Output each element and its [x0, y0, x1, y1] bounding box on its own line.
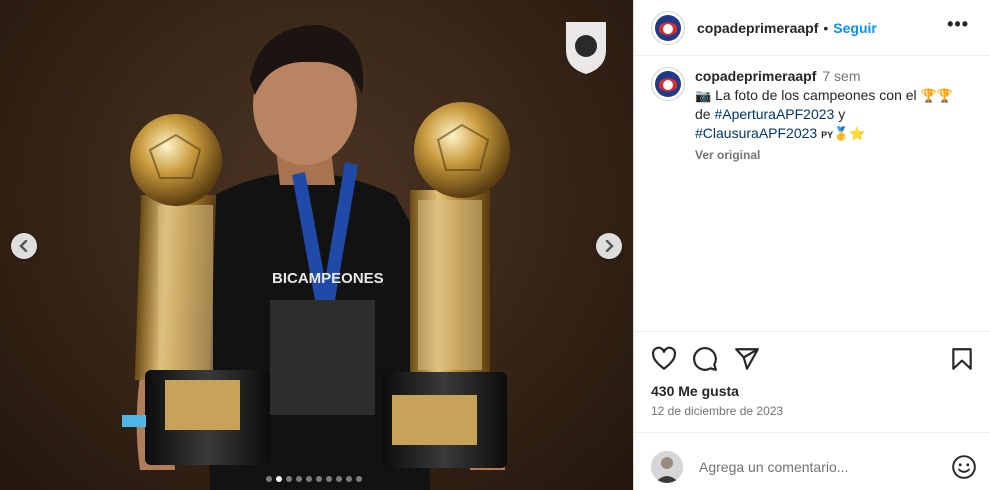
comment-button[interactable] — [692, 346, 718, 377]
apf-logo-icon — [655, 14, 681, 41]
flag-emoji: PY — [821, 130, 834, 140]
caption-body: copadeprimeraapf 7 sem 📷 La foto de los c… — [695, 67, 953, 165]
post-header: copadeprimeraapf • Seguir ••• — [634, 0, 990, 56]
carousel-dot-active — [276, 476, 282, 482]
carousel-dot — [346, 476, 352, 482]
medal-star-emoji: 🥇⭐ — [833, 126, 866, 141]
carousel-next-button[interactable] — [596, 233, 622, 259]
share-button[interactable] — [734, 346, 760, 377]
post-caption: copadeprimeraapf 7 sem 📷 La foto de los c… — [651, 67, 981, 165]
trophy-emoji: 🏆🏆 — [920, 88, 953, 103]
carousel-dot — [326, 476, 332, 482]
carousel-dot — [316, 476, 322, 482]
comment-form: Agrega un comentario... — [651, 450, 981, 484]
camera-emoji: 📷 — [695, 88, 712, 103]
comment-input[interactable]: Agrega un comentario... — [699, 459, 848, 475]
carousel-dot — [296, 476, 302, 482]
chevron-left-icon — [19, 240, 28, 252]
comment-icon — [693, 347, 717, 371]
hashtag-apertura[interactable]: #AperturaAPF2023 — [714, 106, 834, 122]
chevron-right-icon — [605, 240, 614, 252]
viewer-avatar — [651, 451, 683, 483]
header-separator: • — [823, 19, 829, 36]
post-side-panel: copadeprimeraapf • Seguir ••• copadeprim… — [633, 0, 990, 490]
like-button[interactable] — [651, 346, 677, 377]
caption-text-1: La foto de los campeones con el — [715, 87, 917, 103]
carousel-dot — [306, 476, 312, 482]
post-media[interactable]: BICAMPEONES — [0, 0, 633, 490]
caption-text-2: de — [695, 106, 711, 122]
account-avatar[interactable] — [651, 10, 685, 45]
hashtag-clausura[interactable]: #ClausuraAPF2023 — [695, 125, 817, 141]
caption-text-3: y — [838, 106, 846, 122]
follow-button[interactable]: Seguir — [833, 20, 877, 36]
carousel-dot — [336, 476, 342, 482]
more-options-button[interactable]: ••• — [947, 14, 969, 35]
caption-username[interactable]: copadeprimeraapf — [695, 68, 816, 84]
bookmark-icon — [952, 348, 972, 370]
divider — [634, 432, 990, 433]
apf-logo-icon — [655, 71, 681, 97]
emoji-icon — [952, 455, 976, 479]
carousel-dot — [356, 476, 362, 482]
see-original-link[interactable]: Ver original — [695, 146, 953, 165]
more-icon: ••• — [947, 14, 969, 34]
share-icon — [735, 348, 759, 370]
post-photo: BICAMPEONES — [122, 22, 606, 490]
likes-count[interactable]: 430 Me gusta — [651, 383, 739, 399]
carousel-prev-button[interactable] — [11, 233, 37, 259]
caption-avatar[interactable] — [651, 67, 685, 101]
emoji-picker-button[interactable] — [951, 454, 977, 485]
header-username[interactable]: copadeprimeraapf — [697, 20, 818, 36]
heart-icon — [651, 346, 677, 370]
post-date[interactable]: 12 de diciembre de 2023 — [651, 404, 783, 418]
divider — [634, 331, 990, 332]
save-button[interactable] — [949, 346, 975, 377]
post-actions — [651, 346, 977, 374]
carousel-dot — [286, 476, 292, 482]
carousel-dot — [266, 476, 272, 482]
carousel-indicator — [266, 476, 362, 482]
post-time[interactable]: 7 sem — [822, 68, 860, 84]
shirt-print-text: BICAMPEONES — [272, 270, 384, 287]
viewer-photo — [651, 451, 683, 483]
